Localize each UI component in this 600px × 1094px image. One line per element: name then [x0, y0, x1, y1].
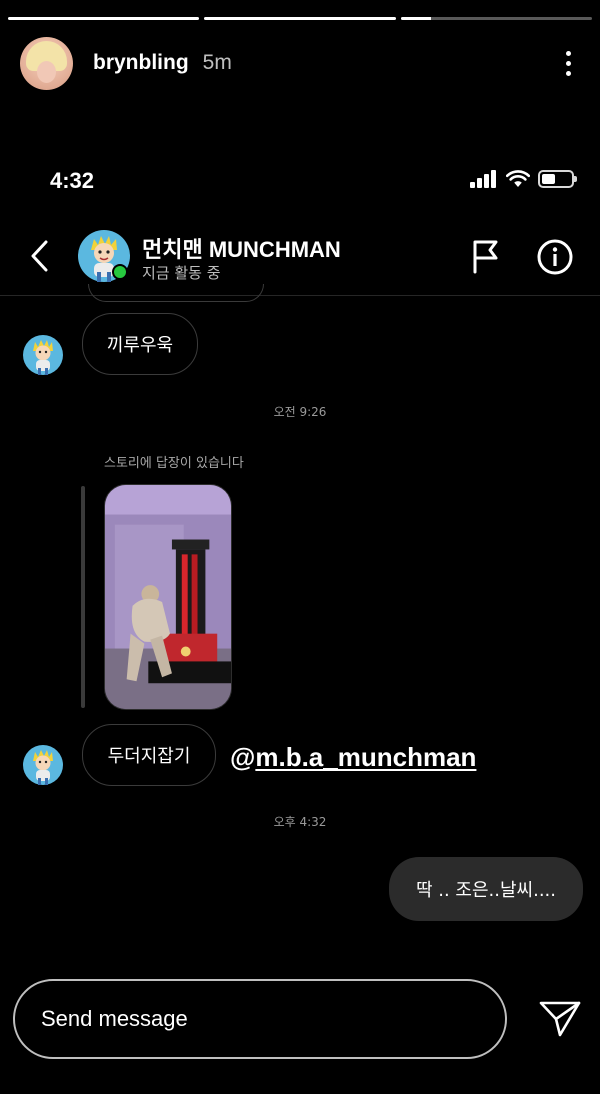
story-reply-label: 스토리에 답장이 있습니다	[104, 456, 244, 471]
mention-handle[interactable]: m.b.a_munchman	[255, 742, 476, 772]
outgoing-message-bubble[interactable]: 딱 .. 조은..날씨....	[389, 857, 583, 921]
send-message-input[interactable]: Send message	[13, 979, 507, 1059]
message-timestamp: 오전 9:26	[273, 405, 327, 419]
contact-avatar[interactable]	[23, 335, 63, 375]
story-progress	[8, 17, 592, 20]
signal-icon	[470, 170, 496, 188]
battery-icon	[538, 170, 577, 188]
story-reply-bar	[81, 486, 85, 708]
previous-message-bubble	[88, 284, 264, 302]
story-time-ago: 5m	[202, 51, 232, 74]
online-status-dot	[114, 266, 126, 278]
contact-avatar[interactable]	[23, 745, 63, 785]
wifi-icon	[506, 170, 530, 187]
info-icon[interactable]	[536, 238, 574, 276]
mention-at-sign: @	[230, 742, 256, 772]
status-bar-icons	[470, 170, 577, 188]
mention-sticker[interactable]: @m.b.a_munchman	[230, 742, 476, 773]
incoming-message-bubble[interactable]: 두더지잡기	[82, 724, 216, 786]
send-icon[interactable]	[538, 999, 582, 1039]
status-bar-time: 4:32	[50, 168, 95, 193]
story-progress-segment	[400, 17, 592, 20]
story-progress-segment	[204, 17, 396, 20]
story-reply-thumbnail[interactable]	[104, 484, 232, 710]
story-username[interactable]: brynbling	[93, 51, 189, 75]
story-progress-segment	[8, 17, 200, 20]
story-header: brynbling 5m	[20, 36, 580, 90]
flag-icon[interactable]	[470, 238, 502, 274]
more-vertical-icon[interactable]	[556, 45, 580, 81]
message-timestamp: 오후 4:32	[273, 815, 327, 829]
contact-avatar[interactable]	[78, 230, 130, 282]
chevron-left-icon[interactable]	[26, 238, 56, 274]
chat-contact-name[interactable]: 먼치맨 MUNCHMAN	[142, 232, 341, 264]
chat-activity-status: 지금 활동 중	[142, 264, 221, 282]
story-author-avatar[interactable]	[20, 36, 73, 90]
incoming-message-bubble[interactable]: 끼루우욱	[82, 313, 198, 375]
